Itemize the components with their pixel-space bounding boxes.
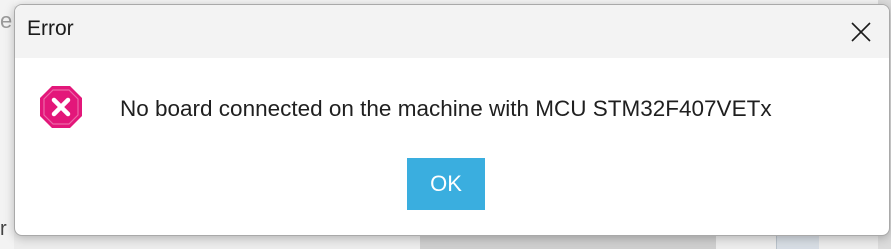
background-text-fragment: r <box>0 218 7 240</box>
error-icon <box>40 86 82 128</box>
background-text-fragment: e <box>0 8 13 33</box>
dialog-title: Error <box>27 17 74 40</box>
dialog-titlebar: Error <box>15 5 889 58</box>
close-button[interactable] <box>833 5 889 58</box>
error-message: No board connected on the machine with M… <box>120 96 772 121</box>
background-left-strip <box>0 0 14 249</box>
close-icon <box>851 21 871 42</box>
background-scrollbar <box>420 236 716 249</box>
ok-button[interactable]: OK <box>407 158 485 210</box>
error-dialog: Error No board connected on the machine … <box>14 4 890 236</box>
